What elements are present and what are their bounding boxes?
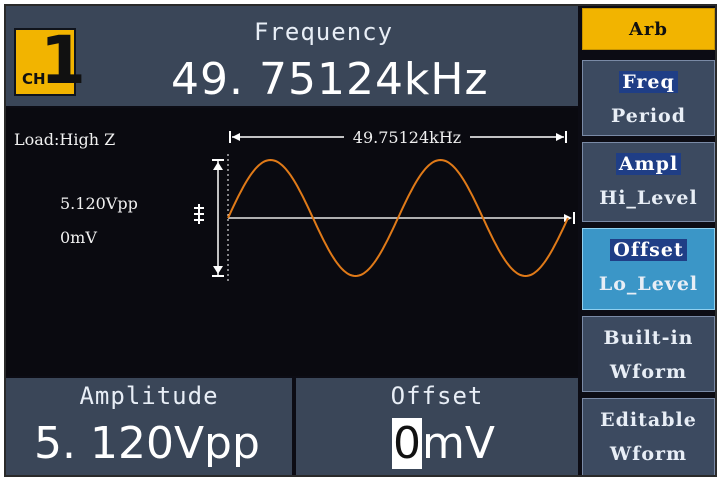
menu-offset-lolevel-button[interactable]: Offset Lo_Level <box>582 228 715 310</box>
menu-editable-label: Editable <box>600 409 697 431</box>
offset-panel[interactable]: Offset 0mV <box>296 378 578 475</box>
menu-lolevel-label: Lo_Level <box>598 273 699 295</box>
offset-unit: mV <box>422 418 495 469</box>
waveform-display: Load:High Z 5.120Vpp 0mV 49.75124kHz <box>6 108 578 376</box>
waveform-graphic: 49.75124kHz <box>194 126 575 282</box>
parameter-value[interactable]: 49. 75124kHz <box>171 54 489 105</box>
offset-value[interactable]: 0mV <box>392 418 495 469</box>
menu-builtin-label: Built-in <box>603 327 694 349</box>
menu-builtin-wform-button[interactable]: Built-in Wform <box>582 316 715 392</box>
period-arrow-right-head <box>556 133 564 141</box>
menu-builtin-wform-label: Wform <box>609 361 688 383</box>
menu-arb-label: Arb <box>628 19 669 40</box>
period-arrow-left-head <box>232 133 240 141</box>
menu-editable-wform-label: Wform <box>609 443 688 465</box>
period-label: 49.75124kHz <box>353 128 461 147</box>
offset-marker-icon[interactable] <box>194 204 204 224</box>
menu-offset-label: Offset <box>583 239 714 261</box>
amplitude-panel[interactable]: Amplitude 5. 120Vpp <box>6 378 292 475</box>
channel-badge[interactable]: CH 1 <box>14 24 86 98</box>
edit-cursor-digit[interactable]: 0 <box>392 418 422 469</box>
parameter-name: Frequency <box>254 18 394 46</box>
menu-ampl-highlight: Ampl <box>615 153 682 175</box>
amplitude-arrow-down <box>213 266 223 274</box>
menu-freq-label: Freq <box>583 71 714 93</box>
menu-ampl-hilevel-button[interactable]: Ampl Hi_Level <box>582 142 715 222</box>
menu-period-label: Period <box>610 105 687 127</box>
generator-screen: CH 1 Frequency 49. 75124kHz Load:High Z … <box>4 4 717 477</box>
channel-number: 1 <box>40 22 86 99</box>
menu-arb-button[interactable]: Arb <box>582 8 715 50</box>
amplitude-title: Amplitude <box>79 382 219 410</box>
menu-freq-period-button[interactable]: Freq Period <box>582 60 715 136</box>
menu-freq-highlight: Freq <box>619 71 678 93</box>
amplitude-arrow-up <box>213 162 223 170</box>
menu-editable-wform-button[interactable]: Editable Wform <box>582 398 715 475</box>
offset-title: Offset <box>390 382 484 410</box>
amplitude-value[interactable]: 5. 120Vpp <box>34 418 260 469</box>
menu-offset-highlight: Offset <box>610 239 687 261</box>
menu-hilevel-label: Hi_Level <box>599 187 698 209</box>
softkey-menu: Arb Freq Period Ampl Hi_Level Offset Lo_… <box>580 6 715 475</box>
parameter-header: CH 1 Frequency 49. 75124kHz <box>6 6 578 106</box>
menu-ampl-label: Ampl <box>583 153 714 175</box>
